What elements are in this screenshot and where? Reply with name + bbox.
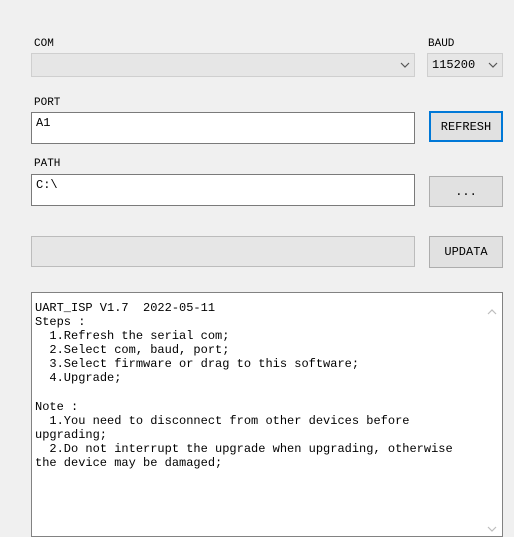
- baud-label: BAUD: [428, 38, 455, 50]
- log-output[interactable]: UART_ISP V1.7 2022-05-11 Steps : 1.Refres…: [31, 292, 503, 537]
- refresh-button[interactable]: REFRESH: [429, 111, 503, 142]
- log-line: 2.Do not interrupt the upgrade when upgr…: [35, 441, 460, 471]
- log-line: 1.Refresh the serial com;: [35, 329, 230, 344]
- log-line: Steps :: [35, 315, 86, 330]
- log-line: 4.Upgrade;: [35, 371, 122, 386]
- path-input[interactable]: C:\: [31, 174, 415, 206]
- chevron-down-icon: [396, 54, 414, 76]
- log-line: 3.Select firmware or drag to this softwa…: [35, 357, 360, 372]
- update-button[interactable]: UPDATA: [429, 236, 503, 268]
- path-label: PATH: [34, 158, 61, 170]
- chevron-down-icon: [484, 54, 502, 76]
- com-select[interactable]: [31, 53, 415, 77]
- scroll-up-icon[interactable]: [486, 307, 498, 317]
- port-label: PORT: [34, 97, 61, 109]
- baud-select-value: 115200: [432, 58, 476, 72]
- baud-select[interactable]: 115200: [427, 53, 503, 77]
- upload-progress-bar: [31, 236, 415, 267]
- log-text: UART_ISP V1.7 2022-05-11 Steps : 1.Refres…: [35, 301, 480, 470]
- port-input[interactable]: A1: [31, 112, 415, 144]
- scroll-down-icon[interactable]: [486, 524, 498, 534]
- log-line: 1.You need to disconnect from other devi…: [35, 413, 417, 442]
- com-label: COM: [34, 38, 54, 50]
- browse-button[interactable]: ...: [429, 176, 503, 207]
- log-line: UART_ISP V1.7 2022-05-11: [35, 301, 216, 315]
- log-line: 2.Select com, baud, port;: [35, 343, 230, 358]
- log-line: Note :: [35, 399, 79, 414]
